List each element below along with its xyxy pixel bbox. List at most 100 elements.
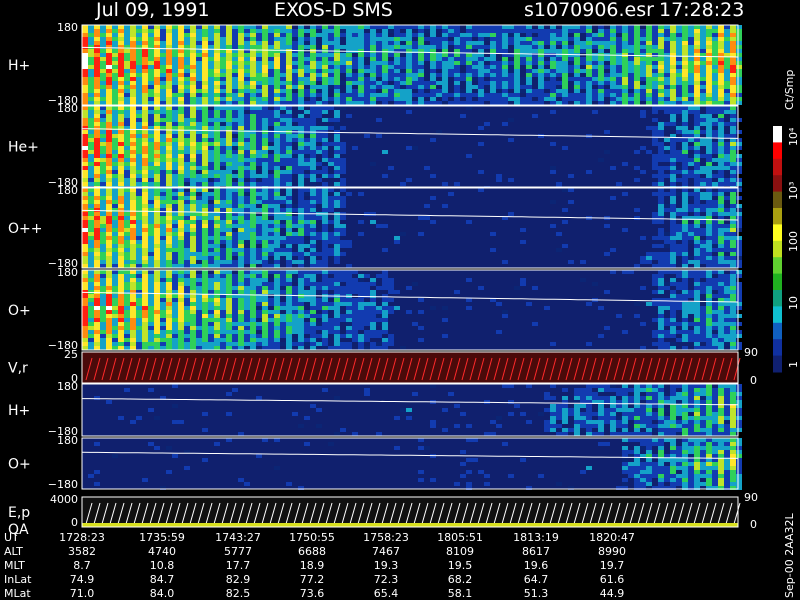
- heatmap-cell: [232, 196, 238, 200]
- heatmap-cell: [178, 81, 184, 85]
- heatmap-cell: [304, 138, 310, 142]
- heatmap-cell: [244, 278, 250, 282]
- heatmap-cell: [238, 264, 244, 268]
- heatmap-cell: [256, 196, 262, 200]
- heatmap-cell: [232, 346, 238, 350]
- heatmap-cell: [712, 264, 718, 268]
- heatmap-cell: [106, 158, 112, 162]
- heatmap-cell: [136, 252, 142, 256]
- heatmap-cell: [82, 146, 88, 150]
- heatmap-cell: [184, 278, 190, 282]
- heatmap-cell: [712, 25, 718, 29]
- heatmap-cell: [226, 81, 232, 85]
- heatmap-cell: [598, 97, 604, 101]
- heatmap-cell: [682, 73, 688, 77]
- heatmap-cell: [364, 93, 370, 97]
- heatmap-cell: [154, 342, 160, 346]
- heatmap-cell: [490, 57, 496, 61]
- heatmap-cell: [220, 138, 226, 142]
- heatmap-cell: [370, 37, 376, 41]
- heatmap-cell: [292, 170, 298, 174]
- heatmap-cell: [652, 41, 658, 45]
- heatmap-cell: [226, 326, 232, 330]
- heatmap-cell: [94, 158, 100, 162]
- heatmap-cell: [502, 29, 508, 33]
- heatmap-cell: [256, 224, 262, 228]
- heatmap-cell: [238, 244, 244, 248]
- heatmap-cell: [124, 162, 130, 166]
- heatmap-cell: [706, 240, 712, 244]
- heatmap-cell: [718, 65, 724, 69]
- heatmap-cell: [418, 93, 424, 97]
- heatmap-cell: [712, 101, 718, 105]
- heatmap-cell: [250, 260, 256, 264]
- heatmap-cell: [178, 182, 184, 186]
- heatmap-cell: [508, 37, 514, 41]
- heatmap-cell: [682, 89, 688, 93]
- heatmap-cell: [262, 188, 268, 192]
- heatmap-cell: [106, 274, 112, 278]
- heatmap-cell: [208, 25, 214, 29]
- heatmap-cell: [232, 122, 238, 126]
- heatmap-cell: [82, 256, 88, 260]
- heatmap-cell: [304, 142, 310, 146]
- heatmap-cell: [322, 204, 328, 208]
- heatmap-cell: [274, 158, 280, 162]
- heatmap-cell: [196, 73, 202, 77]
- heatmap-cell: [580, 93, 586, 97]
- heatmap-cell: [730, 150, 736, 154]
- heatmap-cell: [478, 61, 484, 65]
- heatmap-cell: [388, 166, 394, 170]
- heatmap-cell: [214, 346, 220, 350]
- heatmap-cell: [388, 41, 394, 45]
- heatmap-cell: [214, 200, 220, 204]
- heatmap-cell: [136, 134, 142, 138]
- heatmap-cell: [154, 85, 160, 89]
- heatmap-cell: [328, 252, 334, 256]
- heatmap-cell: [526, 97, 532, 101]
- heatmap-cell: [154, 69, 160, 73]
- heatmap-cell: [712, 260, 718, 264]
- heatmap-cell: [544, 81, 550, 85]
- heatmap-cell: [328, 248, 334, 252]
- heatmap-cell: [148, 334, 154, 338]
- heatmap-cell: [196, 126, 202, 130]
- heatmap-cell: [334, 138, 340, 142]
- heatmap-cell: [688, 33, 694, 37]
- heatmap-cell: [100, 196, 106, 200]
- heatmap-cell: [550, 73, 556, 77]
- heatmap-cell: [214, 114, 220, 118]
- heatmap-cell: [274, 166, 280, 170]
- heatmap-cell: [196, 61, 202, 65]
- heatmap-cell: [286, 212, 292, 216]
- heatmap-cell: [238, 166, 244, 170]
- heatmap-cell: [730, 192, 736, 196]
- heatmap-cell: [106, 166, 112, 170]
- heatmap-cell: [82, 57, 88, 61]
- heatmap-cell: [172, 154, 178, 158]
- heatmap-cell: [628, 81, 634, 85]
- heatmap-cell: [664, 25, 670, 29]
- heatmap-cell: [322, 73, 328, 77]
- heatmap-cell: [226, 154, 232, 158]
- heatmap-cell: [82, 126, 88, 130]
- heatmap-cell: [712, 29, 718, 33]
- heatmap-cell: [130, 182, 136, 186]
- heatmap-cell: [142, 306, 148, 310]
- heatmap-cell: [226, 248, 232, 252]
- heatmap-cell: [82, 138, 88, 142]
- heatmap-cell: [148, 298, 154, 302]
- heatmap-cell: [274, 240, 280, 244]
- heatmap-cell: [262, 138, 268, 142]
- heatmap-cell: [370, 61, 376, 65]
- heatmap-cell: [688, 228, 694, 232]
- heatmap-cell: [202, 274, 208, 278]
- heatmap-cell: [472, 101, 478, 105]
- heatmap-cell: [118, 282, 124, 286]
- heatmap-cell: [124, 212, 130, 216]
- heatmap-cell: [238, 110, 244, 114]
- heatmap-cell: [706, 89, 712, 93]
- heatmap-cell: [556, 73, 562, 77]
- heatmap-cell: [112, 146, 118, 150]
- heatmap-cell: [172, 174, 178, 178]
